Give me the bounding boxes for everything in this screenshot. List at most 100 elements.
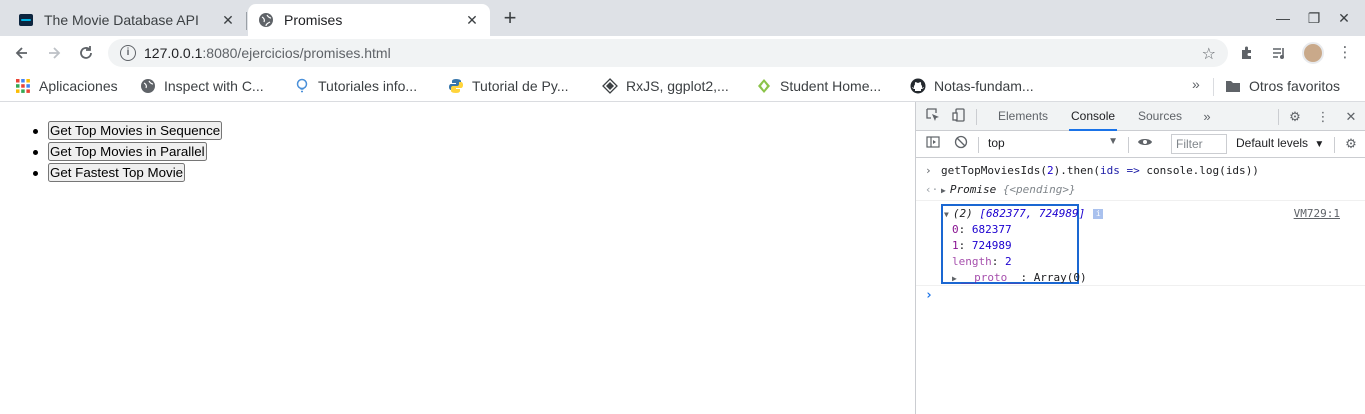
close-window-icon[interactable]: ✕ [1330, 6, 1358, 30]
page-content: Get Top Movies in Sequence Get Top Movie… [0, 102, 915, 414]
new-tab-button[interactable]: + [498, 7, 522, 31]
tab-tmdb[interactable]: The Movie Database API ✕ [8, 4, 246, 36]
eye-icon[interactable] [1136, 135, 1154, 153]
media-queue-icon[interactable] [1268, 42, 1290, 64]
collapse-triangle-icon[interactable]: ▼ [944, 210, 949, 219]
bookmark-label: Tutoriales info... [318, 78, 418, 94]
sidebar-toggle-icon[interactable] [924, 135, 942, 153]
more-tabs-icon[interactable]: » [1198, 108, 1216, 126]
entry-key: 0 [952, 223, 959, 236]
get-top-movies-sequence-button[interactable]: Get Top Movies in Sequence [48, 121, 223, 140]
inspect-element-icon[interactable] [924, 108, 942, 126]
entry-key: __proto__ [960, 271, 1021, 284]
leaf-icon [758, 79, 770, 93]
result-state: {<pending>} [1002, 183, 1076, 196]
entry-key: length [952, 255, 992, 268]
chevron-down-icon: ▼ [1314, 139, 1325, 150]
info-icon[interactable]: i [1093, 209, 1104, 219]
restore-icon[interactable]: ❐ [1300, 6, 1328, 30]
back-icon[interactable] [10, 41, 34, 65]
close-icon[interactable]: ✕ [1342, 108, 1360, 126]
clear-console-icon[interactable] [952, 135, 970, 153]
bookmarks-overflow-icon[interactable]: » [1192, 76, 1200, 92]
gear-icon[interactable]: ⚙ [1286, 108, 1304, 126]
divider [976, 109, 977, 125]
tab-console[interactable]: Console [1069, 102, 1118, 131]
divider [1213, 78, 1214, 96]
bookmark-python[interactable]: Tutorial de Py... [448, 77, 568, 95]
bulb-icon [296, 78, 308, 93]
divider [1278, 109, 1279, 125]
tmdb-icon [19, 14, 33, 26]
code-token: => [1119, 164, 1147, 177]
star-icon[interactable]: ☆ [1202, 44, 1216, 64]
button-list: Get Top Movies in Sequence Get Top Movie… [48, 121, 223, 184]
python-icon [449, 79, 463, 93]
forward-icon[interactable] [42, 41, 66, 65]
array-length: (2) [952, 207, 980, 220]
code-token: ids [1099, 164, 1120, 177]
address-bar[interactable]: i 127.0.0.1:8080/ejercicios/promises.htm… [108, 39, 1228, 67]
get-top-movies-parallel-button[interactable]: Get Top Movies in Parallel [48, 142, 207, 161]
expand-triangle-icon[interactable]: ▶ [941, 186, 946, 195]
entry-value: 724989 [971, 239, 1012, 252]
apps-grid-icon [16, 79, 30, 93]
devtools-panel: Elements Console Sources » ⚙ ⋮ ✕ top ▼ F… [915, 102, 1365, 414]
log-levels-label: Default levels [1236, 136, 1309, 150]
entry-key: 1 [952, 239, 959, 252]
bookmark-other[interactable]: Otros favoritos [1225, 77, 1340, 95]
close-icon[interactable]: ✕ [464, 12, 480, 28]
log-levels-select[interactable]: Default levels ▼ [1236, 136, 1324, 150]
array-preview: [682377, 724989] [979, 207, 1086, 220]
tab-title: The Movie Database API [44, 12, 199, 28]
bookmark-label: Inspect with C... [164, 78, 264, 94]
bookmark-rxjs[interactable]: RxJS, ggplot2,... [602, 77, 729, 95]
console-prompt-icon[interactable]: › [925, 288, 933, 303]
toolbar: i 127.0.0.1:8080/ejercicios/promises.htm… [0, 36, 1365, 70]
tab-title: Promises [284, 12, 343, 28]
avatar[interactable] [1302, 42, 1324, 64]
reload-icon[interactable] [74, 41, 98, 65]
info-icon[interactable]: i [120, 45, 136, 61]
tab-sources[interactable]: Sources [1136, 102, 1184, 131]
bookmark-label: Otros favoritos [1249, 78, 1341, 94]
diamond-icon [602, 78, 618, 94]
entry-value: Array(0) [1033, 271, 1087, 284]
divider [916, 285, 1365, 286]
bookmark-label: RxJS, ggplot2,... [626, 78, 729, 94]
code-token: getTopMoviesIds [941, 164, 1041, 177]
bookmark-apps[interactable]: Aplicaciones [15, 77, 118, 95]
bookmark-label: Student Home... [780, 78, 882, 94]
folder-icon [1226, 81, 1240, 92]
code-token: )) [1245, 164, 1259, 177]
filter-input[interactable]: Filter [1171, 134, 1227, 154]
expand-triangle-icon[interactable]: ▶ [952, 274, 957, 283]
bookmark-inspect[interactable]: Inspect with C... [140, 77, 264, 95]
gear-icon[interactable]: ⚙ [1342, 135, 1360, 153]
url-host: 127.0.0.1 [144, 45, 203, 61]
bookmark-notas[interactable]: Notas-fundam... [910, 77, 1034, 95]
device-toolbar-icon[interactable] [950, 108, 968, 126]
extensions-icon[interactable] [1236, 42, 1258, 64]
list-bullet [33, 129, 38, 134]
divider [1334, 137, 1335, 153]
bookmark-student[interactable]: Student Home... [756, 77, 881, 95]
return-arrow-icon: ‹· [925, 183, 939, 196]
github-icon [910, 78, 926, 94]
globe-icon [141, 79, 155, 93]
menu-icon[interactable]: ⋮ [1334, 42, 1356, 64]
tab-promises[interactable]: Promises ✕ [248, 4, 490, 36]
bookmark-tutoriales[interactable]: Tutoriales info... [294, 77, 417, 95]
context-select[interactable]: top ▼ [988, 136, 1118, 153]
code-token: console.log( [1146, 164, 1226, 177]
list-bullet [33, 171, 38, 176]
close-icon[interactable]: ✕ [220, 12, 236, 28]
get-fastest-top-movie-button[interactable]: Get Fastest Top Movie [48, 163, 186, 182]
minimize-icon[interactable]: — [1269, 6, 1297, 30]
more-options-icon[interactable]: ⋮ [1314, 108, 1332, 126]
tab-elements[interactable]: Elements [996, 102, 1050, 131]
entry-value: 2 [1005, 255, 1012, 268]
tab-strip: The Movie Database API ✕ Promises ✕ + — … [0, 0, 1365, 36]
entry-value: 682377 [971, 223, 1012, 236]
source-link[interactable]: VM729:1 [1294, 207, 1340, 220]
